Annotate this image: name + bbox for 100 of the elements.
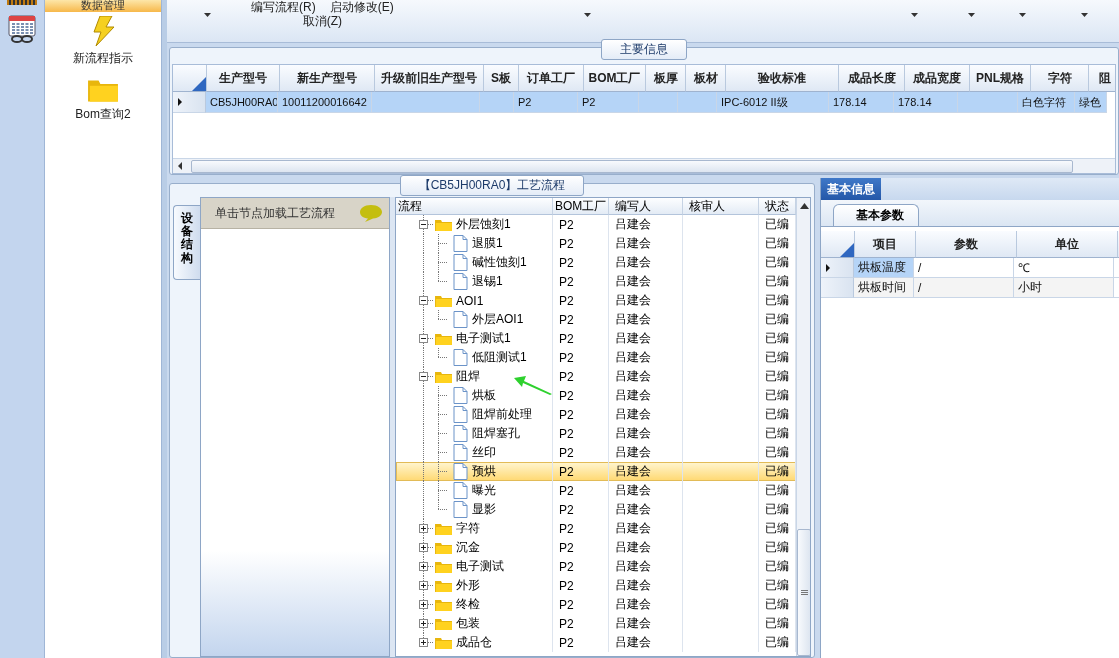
dropdown-caret-icon[interactable]: [204, 13, 211, 17]
tree-row[interactable]: 外层AOI1 P2 吕建会 已编: [396, 310, 796, 329]
node-label: 低阻测试1: [472, 349, 527, 366]
scrollbar-thumb[interactable]: [191, 159, 1073, 173]
tree-row[interactable]: 终检 P2 吕建会 已编: [396, 595, 796, 614]
table-cell: 吕建会: [609, 462, 683, 481]
column-header[interactable]: 编写人: [609, 198, 683, 215]
column-header[interactable]: 成品宽度: [905, 65, 970, 92]
column-header[interactable]: 阻: [1089, 65, 1115, 92]
column-header[interactable]: 板材: [686, 65, 726, 92]
nav-header[interactable]: 数据管理: [45, 0, 161, 12]
tree-row[interactable]: 外层蚀刻1 P2 吕建会 已编: [396, 215, 796, 234]
tree-row[interactable]: 曝光 P2 吕建会 已编: [396, 481, 796, 500]
table-cell: 178.14: [894, 92, 958, 113]
column-header[interactable]: 项目: [855, 231, 916, 258]
column-header[interactable]: 成品长度: [839, 65, 905, 92]
tree-row[interactable]: 外形 P2 吕建会 已编: [396, 576, 796, 595]
document-icon: [453, 311, 468, 328]
dropdown-caret-icon[interactable]: [1019, 13, 1026, 17]
column-header[interactable]: 字符: [1031, 65, 1089, 92]
table-cell: IPC-6012 II级: [717, 92, 829, 113]
table-cell: [958, 92, 1018, 113]
row-pointer-icon: [825, 263, 831, 272]
column-header[interactable]: 验收标准: [726, 65, 839, 92]
column-header[interactable]: PNL规格: [970, 65, 1031, 92]
tree-row[interactable]: 预烘 P2 吕建会 已编: [396, 462, 796, 481]
tree-row[interactable]: 沉金 P2 吕建会 已编: [396, 538, 796, 557]
table-cell: P2: [553, 500, 609, 519]
table-cell: 吕建会: [609, 557, 683, 576]
tree-row[interactable]: 成品仓 P2 吕建会 已编: [396, 633, 796, 652]
collapse-icon[interactable]: [418, 372, 428, 381]
collapse-icon[interactable]: [418, 334, 428, 343]
tree-row[interactable]: 退锡1 P2 吕建会 已编: [396, 272, 796, 291]
dropdown-caret-icon[interactable]: [1081, 13, 1088, 17]
column-header[interactable]: 生产型号: [207, 65, 280, 92]
tree-row[interactable]: AOI1 P2 吕建会 已编: [396, 291, 796, 310]
tree-row[interactable]: 碱性蚀刻1 P2 吕建会 已编: [396, 253, 796, 272]
column-header[interactable]: 核审人: [683, 198, 759, 215]
column-header[interactable]: 参数: [916, 231, 1017, 258]
column-header[interactable]: 新生产型号: [280, 65, 375, 92]
table-cell: 10011200016642: [278, 92, 372, 113]
tree-row[interactable]: 字符 P2 吕建会 已编: [396, 519, 796, 538]
expand-icon[interactable]: [418, 562, 428, 571]
side-tab[interactable]: 设备结构: [173, 205, 200, 280]
scroll-up-icon[interactable]: [799, 203, 809, 209]
nav-item[interactable]: Bom查询2: [75, 77, 131, 123]
column-header[interactable]: 状态: [759, 198, 796, 215]
folder-icon: [435, 616, 452, 631]
column-header[interactable]: 流程: [396, 198, 553, 215]
column-header[interactable]: BOM工厂: [584, 65, 646, 92]
table-cell: P2: [553, 272, 609, 291]
node-label: 终检: [456, 596, 480, 613]
tree-row[interactable]: 显影 P2 吕建会 已编: [396, 500, 796, 519]
expand-icon[interactable]: [418, 581, 428, 590]
ribbon-command[interactable]: 取消(Z): [251, 14, 394, 28]
tree-row[interactable]: 低阻测试1 P2 吕建会 已编: [396, 348, 796, 367]
expand-icon[interactable]: [418, 638, 428, 647]
node-label: 沉金: [456, 539, 480, 556]
nav-item[interactable]: 新流程指示: [73, 16, 133, 67]
lightning-icon: [91, 16, 115, 46]
ribbon-command[interactable]: 启动修改(E): [329, 0, 394, 14]
tree-row[interactable]: 烘板 P2 吕建会 已编: [396, 386, 796, 405]
tree-row[interactable]: 电子测试 P2 吕建会 已编: [396, 557, 796, 576]
dropdown-caret-icon[interactable]: [911, 13, 918, 17]
tab[interactable]: 基本信息: [821, 178, 881, 200]
dropdown-caret-icon[interactable]: [968, 13, 975, 17]
column-header[interactable]: 升级前旧生产型号: [375, 65, 484, 92]
tree-row[interactable]: 阻焊塞孔 P2 吕建会 已编: [396, 424, 796, 443]
table-cell: P2: [553, 405, 609, 424]
column-header[interactable]: S板: [484, 65, 519, 92]
row-header[interactable]: [821, 258, 854, 278]
expand-icon[interactable]: [418, 619, 428, 628]
dropdown-caret-icon[interactable]: [584, 13, 591, 17]
table-cell: P2: [553, 633, 609, 652]
column-header[interactable]: 板厚: [646, 65, 686, 92]
table-cell: P2: [553, 253, 609, 272]
toolbar-icon[interactable]: [7, 0, 37, 5]
node-label: 字符: [456, 520, 480, 537]
column-header[interactable]: BOM工厂: [553, 198, 609, 215]
calendar-icon[interactable]: [7, 15, 37, 43]
collapse-icon[interactable]: [418, 296, 428, 305]
table-cell: 吕建会: [609, 595, 683, 614]
row-header[interactable]: [173, 92, 206, 113]
folder-icon: [435, 559, 452, 574]
table-cell: 烘板温度: [854, 258, 914, 278]
column-header[interactable]: 订单工厂: [519, 65, 584, 92]
scroll-left-icon[interactable]: [177, 162, 183, 170]
tree-row[interactable]: 电子测试1 P2 吕建会 已编: [396, 329, 796, 348]
expand-icon[interactable]: [418, 524, 428, 533]
collapse-icon[interactable]: [418, 220, 428, 229]
expand-icon[interactable]: [418, 600, 428, 609]
tree-row[interactable]: 阻焊前处理 P2 吕建会 已编: [396, 405, 796, 424]
tree-row[interactable]: 退膜1 P2 吕建会 已编: [396, 234, 796, 253]
column-header[interactable]: 单位: [1017, 231, 1118, 258]
table-cell: 吕建会: [609, 348, 683, 367]
tab[interactable]: 基本参数: [833, 204, 919, 226]
expand-icon[interactable]: [418, 543, 428, 552]
scrollbar-thumb[interactable]: [797, 529, 810, 656]
tree-row[interactable]: 包装 P2 吕建会 已编: [396, 614, 796, 633]
ribbon-command[interactable]: 编写流程(R): [251, 0, 316, 14]
